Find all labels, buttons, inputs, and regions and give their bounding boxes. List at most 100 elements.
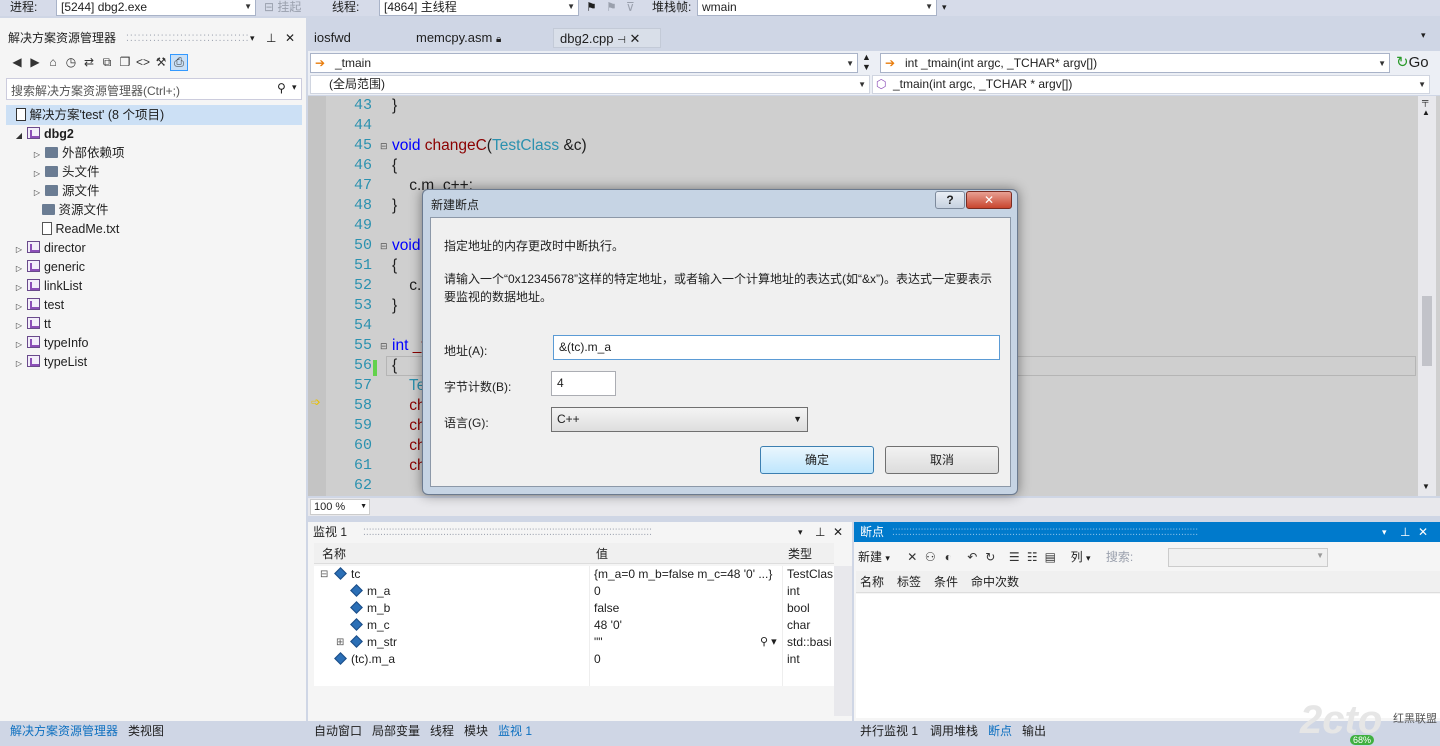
- watch-row[interactable]: m_b false bool: [314, 600, 834, 617]
- process-combo[interactable]: [5244] dbg2.exe ▼: [56, 0, 256, 16]
- scope-nav-right[interactable]: ⬡ _tmain(int argc, _TCHAR * argv[]) ▼: [872, 75, 1430, 94]
- code-line[interactable]: void: [392, 236, 420, 256]
- tab-bp-bottom[interactable]: 并行监视 1: [860, 721, 918, 741]
- sync-icon[interactable]: ⇄: [80, 55, 98, 69]
- text-visualizer-icon[interactable]: ⚲ ▾: [760, 635, 777, 648]
- watch-value[interactable]: {m_a=0 m_b=false m_c=48 '0' ...}: [594, 566, 774, 583]
- dropdown-icon[interactable]: ▾: [1382, 522, 1387, 542]
- go-button[interactable]: ↻Go: [1396, 53, 1429, 71]
- tab-memcpy[interactable]: memcpy.asm 🔒︎: [410, 28, 550, 48]
- delete-all-icon[interactable]: ⚇: [921, 546, 939, 568]
- export-icon[interactable]: ☰: [1005, 546, 1023, 568]
- watch-row[interactable]: m_a 0 int: [314, 583, 834, 600]
- delete-icon[interactable]: ✕: [903, 546, 921, 568]
- collapsed-triangle-icon[interactable]: ▷: [14, 354, 24, 373]
- tree-item-typelist[interactable]: ▷ typeList: [14, 353, 87, 372]
- code-line[interactable]: ch: [392, 396, 425, 416]
- editor-vertical-scrollbar[interactable]: ╤ ▲ ▼: [1418, 96, 1436, 496]
- dropdown-icon[interactable]: ▾: [798, 522, 803, 542]
- watch-value[interactable]: false: [594, 600, 774, 617]
- collapsed-triangle-icon[interactable]: ▷: [14, 335, 24, 354]
- history-icon[interactable]: ◷: [62, 55, 80, 69]
- watch-value[interactable]: "": [594, 634, 774, 651]
- collapsed-triangle-icon[interactable]: ▷: [14, 240, 24, 259]
- tree-item-tt[interactable]: ▷ tt: [14, 315, 51, 334]
- solution-search-box[interactable]: 搜索解决方案资源管理器(Ctrl+;) ⚲ ▾: [6, 78, 302, 100]
- code-line[interactable]: void changeC(TestClass &c): [392, 136, 587, 156]
- columns-button[interactable]: 列 ▾: [1071, 550, 1091, 564]
- tab-list-icon[interactable]: ▾: [1421, 30, 1426, 41]
- code-line[interactable]: {: [392, 356, 397, 376]
- tree-item-director[interactable]: ▷ director: [14, 239, 86, 258]
- pin-icon[interactable]: ⊥: [815, 522, 825, 542]
- close-icon[interactable]: ✕: [1418, 522, 1428, 542]
- cancel-button[interactable]: 取消: [885, 446, 999, 474]
- watch-row[interactable]: (tc).m_a 0 int: [314, 651, 834, 668]
- col-bp-label[interactable]: 标签: [897, 572, 921, 592]
- code-line[interactable]: }: [392, 296, 397, 316]
- watch-row[interactable]: m_c 48 '0' char: [314, 617, 834, 634]
- expanded-triangle-icon[interactable]: ◢: [14, 126, 24, 145]
- close-icon[interactable]: ✕: [285, 28, 295, 48]
- ok-button[interactable]: 确定: [760, 446, 874, 474]
- tab-watch-bottom[interactable]: 线程: [430, 721, 454, 741]
- tab-dbg2-cpp[interactable]: dbg2.cpp ⊣ ✕: [553, 28, 661, 48]
- redo-icon[interactable]: ↻: [981, 546, 999, 568]
- tab-watch-bottom[interactable]: 局部变量: [372, 721, 420, 741]
- address-input[interactable]: &(tc).m_a: [553, 335, 1000, 360]
- goto-source-icon[interactable]: ▤: [1041, 546, 1059, 568]
- code-line[interactable]: }: [392, 196, 397, 216]
- tree-item-readme[interactable]: ReadMe.txt: [42, 220, 119, 239]
- col-bp-name[interactable]: 名称: [860, 572, 884, 592]
- flag-icon[interactable]: ⚑: [586, 0, 597, 16]
- code-line[interactable]: Te: [392, 376, 425, 396]
- watch-value[interactable]: 48 '0': [594, 617, 774, 634]
- indicator-margin[interactable]: [308, 96, 326, 496]
- watch-value[interactable]: 0: [594, 583, 774, 600]
- col-value[interactable]: 值: [596, 544, 608, 564]
- col-bp-hitcount[interactable]: 命中次数: [971, 572, 1019, 592]
- watch-row[interactable]: ⊟ tc {m_a=0 m_b=false m_c=48 '0' ...} TestC…: [314, 566, 834, 583]
- collapsed-triangle-icon[interactable]: ▷: [32, 164, 42, 183]
- watch-row[interactable]: ⊞ m_str "" std::basi: [314, 634, 834, 651]
- home-icon[interactable]: ⌂: [44, 55, 62, 69]
- code-line[interactable]: ch: [392, 436, 425, 456]
- tab-bp-bottom[interactable]: 调用堆栈: [930, 721, 978, 741]
- flag-all-icon[interactable]: ⚑: [606, 0, 617, 16]
- tree-item-typeinfo[interactable]: ▷ typeInfo: [14, 334, 88, 353]
- zoom-combo[interactable]: 100 % ▼: [310, 499, 370, 515]
- expander-icon[interactable]: ⊟: [320, 566, 328, 583]
- toolbar-overflow-icon[interactable]: ▾: [942, 0, 947, 16]
- pin-icon[interactable]: ⊥: [1400, 522, 1410, 542]
- code-line[interactable]: int _t: [392, 336, 426, 356]
- back-icon[interactable]: ◀: [8, 55, 26, 69]
- function-nav-left[interactable]: ➔ _tmain ▼: [310, 53, 858, 73]
- collapse-icon[interactable]: ⊟: [380, 341, 388, 352]
- tab-iosfwd[interactable]: iosfwd: [308, 28, 404, 48]
- thread-combo[interactable]: [4864] 主线程 ▼: [379, 0, 579, 16]
- stackframe-combo[interactable]: wmain ▼: [697, 0, 937, 16]
- tab-watch-bottom[interactable]: 自动窗口: [314, 721, 362, 741]
- tree-item-linklist[interactable]: ▷ linkList: [14, 277, 82, 296]
- tree-item-headers[interactable]: ▷ 头文件: [32, 163, 100, 183]
- preview-icon[interactable]: ⎙: [170, 54, 188, 71]
- watch-value[interactable]: 0: [594, 651, 774, 668]
- scroll-up-icon[interactable]: ▲: [1422, 108, 1430, 117]
- new-breakpoint-button[interactable]: 新建 ▾: [858, 550, 890, 564]
- dropdown-icon[interactable]: ▾: [250, 28, 255, 48]
- collapse-icon[interactable]: ⊟: [380, 241, 388, 252]
- help-button[interactable]: ?: [935, 191, 965, 209]
- code-line[interactable]: {: [392, 156, 397, 176]
- code-line[interactable]: ch: [392, 416, 425, 436]
- suspend-button[interactable]: ⊟ 挂起: [264, 0, 301, 16]
- col-type[interactable]: 类型: [788, 544, 812, 564]
- pin-icon[interactable]: ⊥: [266, 28, 276, 48]
- collapse-icon[interactable]: ⊟: [380, 141, 388, 152]
- properties-icon[interactable]: ⚒: [152, 55, 170, 69]
- scope-nav-left[interactable]: (全局范围) ▼: [310, 75, 870, 94]
- undo-icon[interactable]: ↶: [963, 546, 981, 568]
- collapsed-triangle-icon[interactable]: ▷: [32, 145, 42, 164]
- tab-watch-bottom[interactable]: 模块: [464, 721, 488, 741]
- scroll-down-icon[interactable]: ▼: [1422, 482, 1430, 491]
- code-line[interactable]: }: [392, 96, 397, 116]
